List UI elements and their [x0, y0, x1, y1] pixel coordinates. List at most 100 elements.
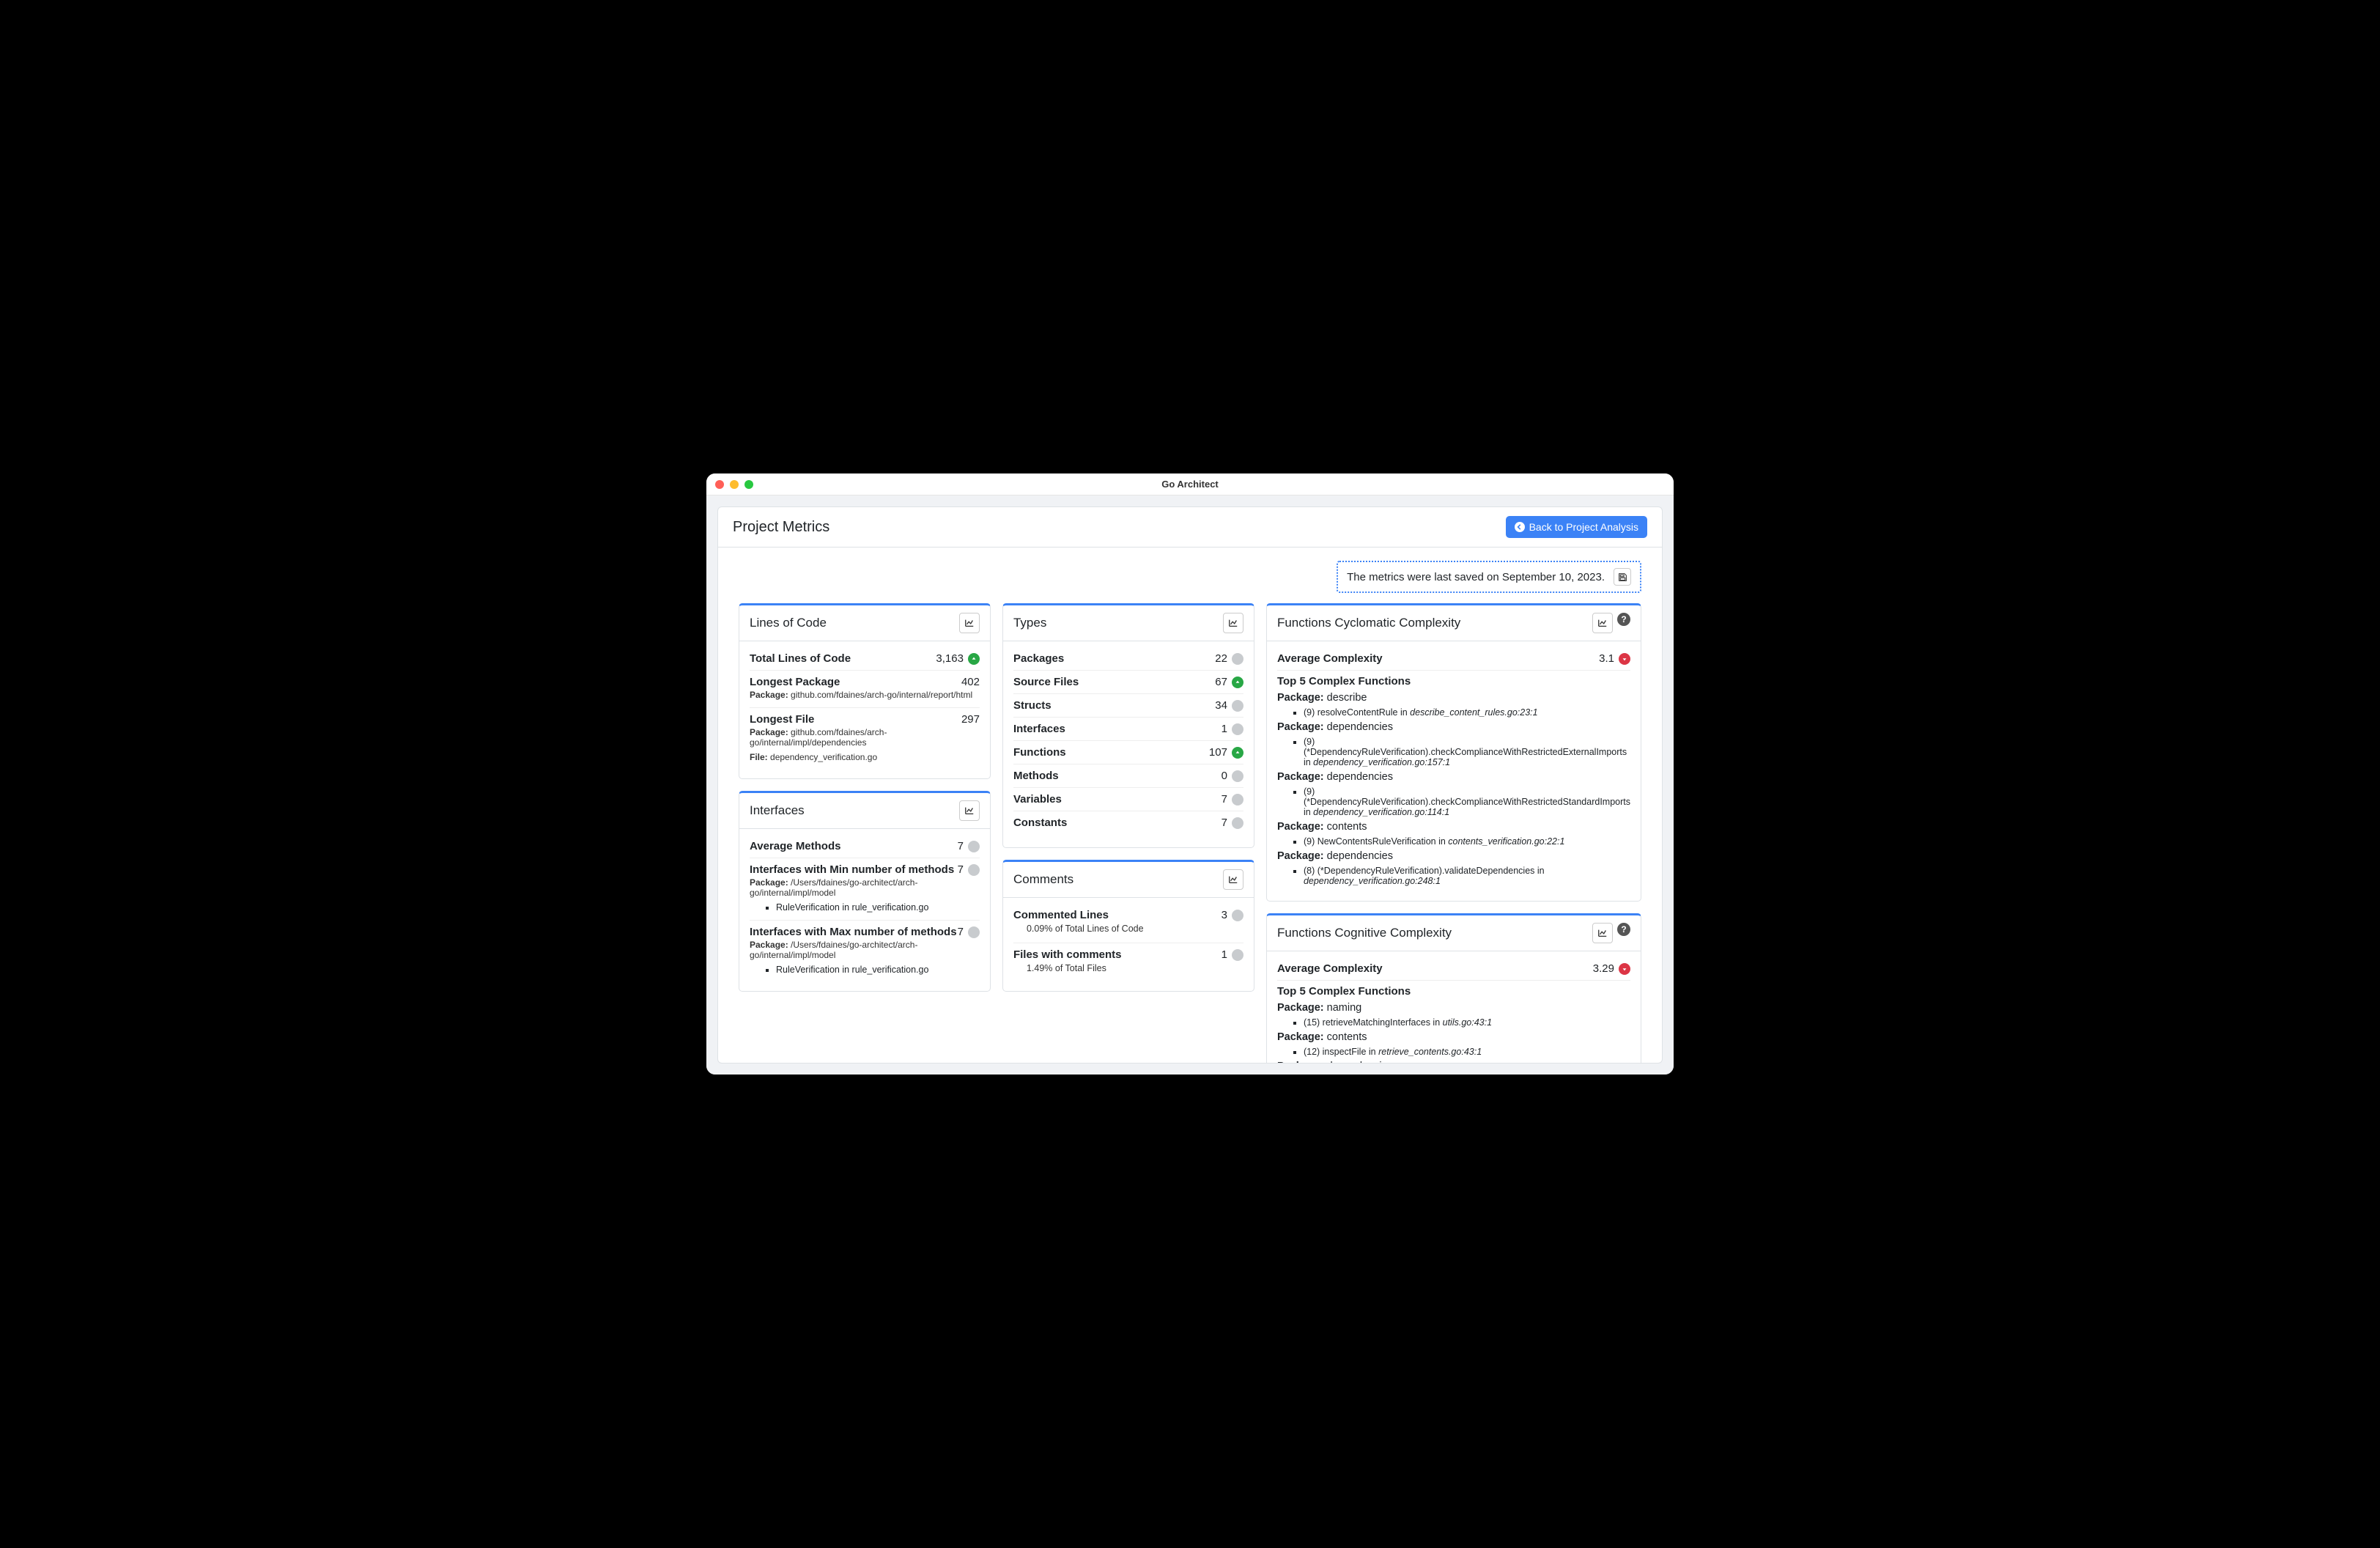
trend-neutral-icon — [968, 926, 980, 938]
cyclomatic-chart-button[interactable] — [1592, 613, 1613, 633]
types-row-label: Functions — [1013, 746, 1066, 759]
page-card: Project Metrics Back to Project Analysis… — [717, 506, 1663, 1064]
package-prefix: Package: — [1277, 1031, 1324, 1043]
complexity-package-line: Package: contents — [1277, 819, 1630, 835]
cognitive-chart-button[interactable] — [1592, 923, 1613, 943]
app-title: Go Architect — [706, 479, 1674, 490]
complexity-func-list: (15) retrieveMatchingInterfaces in utils… — [1277, 1016, 1630, 1029]
comments-lines-sub: 0.09% of Total Lines of Code — [1013, 921, 1243, 938]
page-title: Project Metrics — [733, 519, 829, 536]
cyclomatic-help-button[interactable]: ? — [1617, 613, 1630, 626]
interfaces-chart-button[interactable] — [959, 800, 980, 821]
package-prefix: Package: — [1277, 821, 1324, 833]
trend-neutral-icon — [1232, 653, 1243, 665]
types-row-label: Packages — [1013, 652, 1064, 665]
loc-total-label: Total Lines of Code — [750, 652, 851, 665]
trend-neutral-icon — [1232, 723, 1243, 735]
types-row-label: Constants — [1013, 817, 1067, 829]
back-button-label: Back to Project Analysis — [1529, 521, 1638, 533]
trend-neutral-icon — [1232, 770, 1243, 782]
types-row: Structs 34 — [1013, 694, 1243, 718]
types-row-value: 7 — [1222, 793, 1227, 806]
complexity-func-list: (9) (*DependencyRuleVerification).checkC… — [1277, 735, 1630, 769]
types-row: Functions107 — [1013, 741, 1243, 764]
maximize-window-button[interactable] — [744, 480, 753, 489]
cognitive-help-button[interactable]: ? — [1617, 923, 1630, 936]
app-body: Project Metrics Back to Project Analysis… — [706, 495, 1674, 1075]
titlebar: Go Architect — [706, 473, 1674, 495]
types-row: Packages22 — [1013, 647, 1243, 671]
complexity-func-item: (9) resolveContentRule in describe_conte… — [1304, 706, 1630, 719]
trend-up-icon — [968, 653, 980, 665]
column-2: Types Packages22Source Files67Structs34I… — [1002, 603, 1254, 992]
comments-lines-value: 3 — [1222, 909, 1227, 921]
trend-neutral-icon — [1232, 700, 1243, 712]
package-prefix: Package: — [750, 690, 788, 700]
package-prefix: Package: — [1277, 850, 1324, 862]
save-metrics-button[interactable] — [1614, 568, 1631, 586]
trend-neutral-icon — [1232, 949, 1243, 961]
back-to-analysis-button[interactable]: Back to Project Analysis — [1506, 516, 1647, 538]
save-icon — [1618, 572, 1627, 582]
loc-longest-pkg-label: Longest Package — [750, 676, 840, 688]
types-row-label: Interfaces — [1013, 723, 1065, 735]
column-3: Functions Cyclomatic Complexity ? — [1266, 603, 1641, 1063]
chart-line-icon — [964, 806, 975, 816]
trend-up-icon — [1232, 747, 1243, 759]
chart-line-icon — [964, 618, 975, 628]
complexity-func-item: (9) (*DependencyRuleVerification).checkC… — [1304, 735, 1630, 769]
loc-longest-file-label: Longest File — [750, 713, 814, 726]
types-chart-button[interactable] — [1223, 613, 1243, 633]
package-prefix: Package: — [750, 727, 788, 737]
loc-total-value: 3,163 — [936, 652, 964, 665]
package-prefix: Package: — [750, 877, 788, 888]
complexity-func-item: (8) (*DependencyRuleVerification).valida… — [1304, 864, 1630, 888]
types-row-label: Methods — [1013, 770, 1059, 782]
cyclo-avg-label: Average Complexity — [1277, 652, 1383, 665]
complexity-func-list: (9) (*DependencyRuleVerification).checkC… — [1277, 785, 1630, 819]
complexity-package-line: Package: dependencies — [1277, 769, 1630, 785]
last-saved-notice: The metrics were last saved on September… — [1337, 561, 1641, 593]
close-window-button[interactable] — [715, 480, 724, 489]
types-row: Interfaces 1 — [1013, 718, 1243, 741]
complexity-package-line: Package: describe — [1277, 690, 1630, 706]
notice-row: The metrics were last saved on September… — [739, 561, 1641, 593]
interfaces-avg-value: 7 — [958, 840, 964, 852]
loc-chart-button[interactable] — [959, 613, 980, 633]
comments-files-sub: 1.49% of Total Files — [1013, 961, 1243, 978]
package-prefix: Package: — [1277, 771, 1324, 783]
interfaces-title: Interfaces — [750, 803, 805, 818]
types-row-label: Structs — [1013, 699, 1052, 712]
comments-lines-label: Commented Lines — [1013, 909, 1109, 921]
types-row: Source Files67 — [1013, 671, 1243, 694]
trend-down-icon — [1619, 653, 1630, 665]
complexity-package-line: Package: dependencies — [1277, 1058, 1630, 1063]
interfaces-max-label: Interfaces with Max number of methods — [750, 926, 957, 938]
package-prefix: Package: — [1277, 692, 1324, 704]
complexity-func-item: (12) inspectFile in retrieve_contents.go… — [1304, 1045, 1630, 1058]
minimize-window-button[interactable] — [730, 480, 739, 489]
trend-neutral-icon — [1232, 817, 1243, 829]
loc-longest-pkg-path: github.com/fdaines/arch-go/internal/repo… — [791, 690, 972, 700]
chart-line-icon — [1597, 618, 1608, 628]
types-row-label: Variables — [1013, 793, 1062, 806]
types-row-value: 1 — [1222, 723, 1227, 735]
loc-title: Lines of Code — [750, 616, 827, 630]
page-header: Project Metrics Back to Project Analysis — [718, 507, 1662, 548]
cyclomatic-panel: Functions Cyclomatic Complexity ? — [1266, 603, 1641, 902]
complexity-package-line: Package: dependencies — [1277, 719, 1630, 735]
metrics-columns: Lines of Code Total Lines of Code — [739, 603, 1641, 1063]
trend-neutral-icon — [1232, 910, 1243, 921]
column-1: Lines of Code Total Lines of Code — [739, 603, 991, 992]
types-row: Methods0 — [1013, 764, 1243, 788]
package-prefix: Package: — [1277, 1002, 1324, 1014]
complexity-func-item: (9) (*DependencyRuleVerification).checkC… — [1304, 785, 1630, 819]
traffic-lights — [715, 480, 753, 489]
complexity-func-list: (8) (*DependencyRuleVerification).valida… — [1277, 864, 1630, 888]
comments-chart-button[interactable] — [1223, 869, 1243, 890]
file-prefix: File: — [750, 752, 768, 762]
cognitive-avg-label: Average Complexity — [1277, 962, 1383, 975]
interfaces-min-value: 7 — [958, 863, 964, 876]
chart-line-icon — [1228, 618, 1238, 628]
types-row-value: 34 — [1215, 699, 1227, 712]
